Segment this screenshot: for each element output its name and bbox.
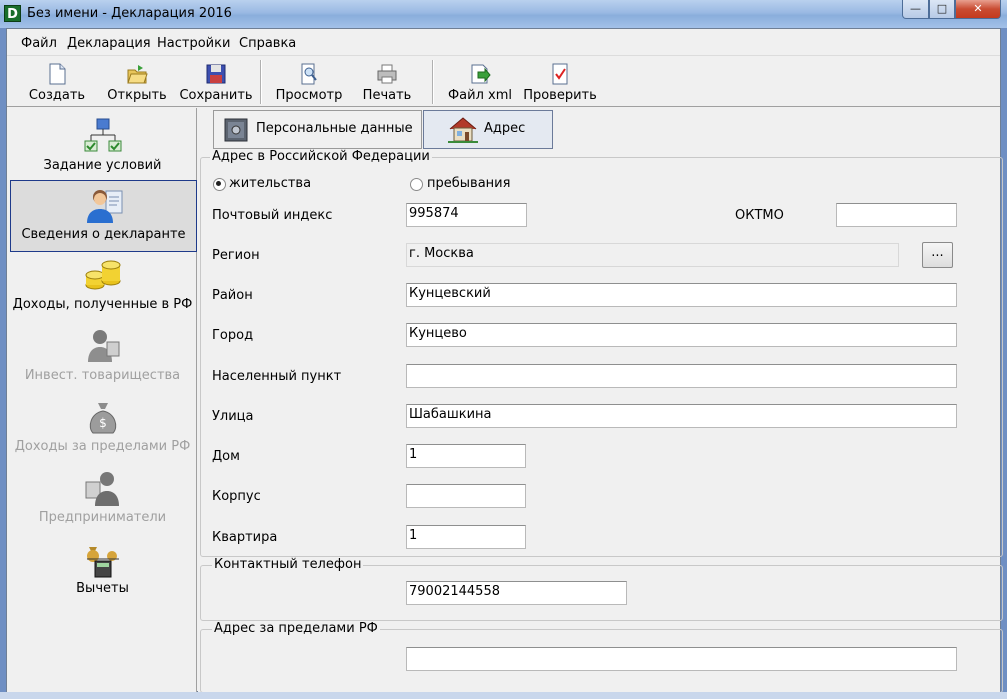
conditions-tree-icon bbox=[84, 118, 121, 152]
xml-export-icon bbox=[471, 64, 491, 84]
address-rf-group-title: Адрес в Российской Федерации bbox=[210, 149, 432, 164]
save-button[interactable]: Сохранить bbox=[179, 58, 253, 106]
create-label: Создать bbox=[28, 88, 86, 103]
menu-help[interactable]: Справка bbox=[239, 36, 296, 51]
region-select-button[interactable]: ... bbox=[922, 242, 953, 268]
printer-icon bbox=[377, 64, 397, 84]
settlement-field[interactable] bbox=[406, 364, 957, 388]
building-field[interactable] bbox=[406, 484, 526, 508]
menu-bar: Файл Декларация Настройки Справка bbox=[7, 33, 1000, 55]
nav-invest-partnerships-label: Инвест. товарищества bbox=[24, 368, 181, 383]
nav-declarant-info-label: Сведения о декларанте bbox=[21, 227, 186, 242]
xml-file-label: Файл xml bbox=[447, 88, 513, 103]
postal-code-field[interactable]: 995874 bbox=[406, 203, 527, 227]
building-label: Корпус bbox=[212, 489, 261, 504]
district-label: Район bbox=[212, 288, 253, 303]
menu-file[interactable]: Файл bbox=[21, 36, 57, 51]
street-field[interactable]: Шабашкина bbox=[406, 404, 957, 428]
nav-income-rf-label: Доходы, полученные в РФ bbox=[12, 297, 193, 312]
tab-personal-data-label: Персональные данные bbox=[256, 121, 413, 136]
city-label: Город bbox=[212, 328, 254, 343]
phone-field[interactable]: 79002144558 bbox=[406, 581, 627, 605]
apartment-label: Квартира bbox=[212, 530, 278, 545]
nav-deductions-label: Вычеты bbox=[76, 581, 129, 596]
coins-icon bbox=[85, 260, 120, 290]
window-bottom-edge bbox=[0, 692, 1007, 699]
postal-code-label: Почтовый индекс bbox=[212, 208, 333, 223]
window-title: Без имени - Декларация 2016 bbox=[27, 6, 232, 21]
preview-label: Просмотр bbox=[275, 88, 343, 103]
check-label: Проверить bbox=[523, 88, 597, 103]
tab-personal-data[interactable]: Персональные данные bbox=[213, 110, 422, 149]
street-label: Улица bbox=[212, 409, 254, 424]
check-document-icon bbox=[552, 63, 568, 85]
house-label: Дом bbox=[212, 449, 240, 464]
businessman-icon bbox=[85, 472, 119, 506]
toolbar-separator bbox=[260, 60, 262, 104]
settlement-label: Населенный пункт bbox=[212, 369, 342, 384]
oktmo-label: ОКТМО bbox=[735, 208, 784, 223]
nav-conditions[interactable]: Задание условий bbox=[10, 112, 195, 182]
toolbar-separator bbox=[432, 60, 434, 104]
radio-residence-label: жительства bbox=[229, 176, 312, 191]
open-label: Открыть bbox=[107, 88, 167, 103]
money-bag-icon: $ bbox=[89, 403, 116, 434]
app-icon: D bbox=[4, 5, 21, 22]
print-button[interactable]: Печать bbox=[353, 58, 421, 106]
district-field[interactable]: Кунцевский bbox=[406, 283, 957, 307]
minimize-button[interactable]: — bbox=[902, 0, 929, 19]
nav-entrepreneurs[interactable]: Предприниматели bbox=[10, 464, 195, 534]
tab-address-label: Адрес bbox=[484, 121, 526, 136]
address-abroad-field[interactable] bbox=[406, 647, 957, 671]
calculator-icon bbox=[86, 547, 119, 578]
create-button[interactable]: Создать bbox=[21, 58, 93, 106]
tab-address[interactable]: Адрес bbox=[423, 110, 553, 149]
open-folder-icon bbox=[127, 65, 148, 84]
nav-income-abroad-label: Доходы за пределами РФ bbox=[14, 439, 191, 454]
save-disk-icon bbox=[206, 64, 226, 84]
radio-residence[interactable] bbox=[213, 178, 226, 191]
nav-income-rf[interactable]: Доходы, полученные в РФ bbox=[10, 251, 195, 321]
radio-stay[interactable] bbox=[410, 178, 423, 191]
save-label: Сохранить bbox=[179, 88, 253, 103]
new-document-icon bbox=[49, 63, 66, 85]
close-button[interactable]: ✕ bbox=[955, 0, 1001, 19]
region-label: Регион bbox=[212, 248, 260, 263]
print-label: Печать bbox=[362, 88, 412, 103]
nav-invest-partnerships[interactable]: Инвест. товарищества bbox=[10, 322, 195, 392]
menu-declaration[interactable]: Декларация bbox=[67, 36, 151, 51]
person-icon bbox=[86, 190, 122, 223]
preview-magnifier-icon bbox=[301, 63, 317, 85]
region-field[interactable]: г. Москва bbox=[406, 243, 899, 267]
city-field[interactable]: Кунцево bbox=[406, 323, 957, 347]
toolbar: Создать Открыть Сохранить Просмотр Печат… bbox=[7, 55, 1000, 107]
nav-declarant-info[interactable]: Сведения о декларанте bbox=[10, 180, 197, 252]
left-navigation: Задание условий Сведения о декларанте До… bbox=[7, 108, 197, 692]
xml-file-button[interactable]: Файл xml bbox=[445, 58, 515, 106]
preview-button[interactable]: Просмотр bbox=[273, 58, 345, 106]
svg-text:$: $ bbox=[99, 416, 107, 430]
maximize-button[interactable]: □ bbox=[929, 0, 955, 19]
oktmo-field[interactable] bbox=[836, 203, 957, 227]
menu-settings[interactable]: Настройки bbox=[157, 36, 230, 51]
apartment-field[interactable]: 1 bbox=[406, 525, 526, 549]
radio-stay-label: пребывания bbox=[427, 176, 511, 191]
nav-conditions-label: Задание условий bbox=[43, 158, 162, 173]
nav-entrepreneurs-label: Предприниматели bbox=[38, 510, 167, 525]
nav-income-abroad[interactable]: $ Доходы за пределами РФ bbox=[10, 393, 195, 463]
open-button[interactable]: Открыть bbox=[101, 58, 173, 106]
phone-group-title: Контактный телефон bbox=[212, 557, 364, 572]
nav-deductions[interactable]: Вычеты bbox=[10, 535, 195, 605]
safe-icon bbox=[224, 118, 248, 142]
check-button[interactable]: Проверить bbox=[521, 58, 599, 106]
house-icon bbox=[448, 117, 478, 143]
address-abroad-group-title: Адрес за пределами РФ bbox=[212, 621, 380, 636]
handshake-icon bbox=[87, 330, 119, 362]
house-field[interactable]: 1 bbox=[406, 444, 526, 468]
